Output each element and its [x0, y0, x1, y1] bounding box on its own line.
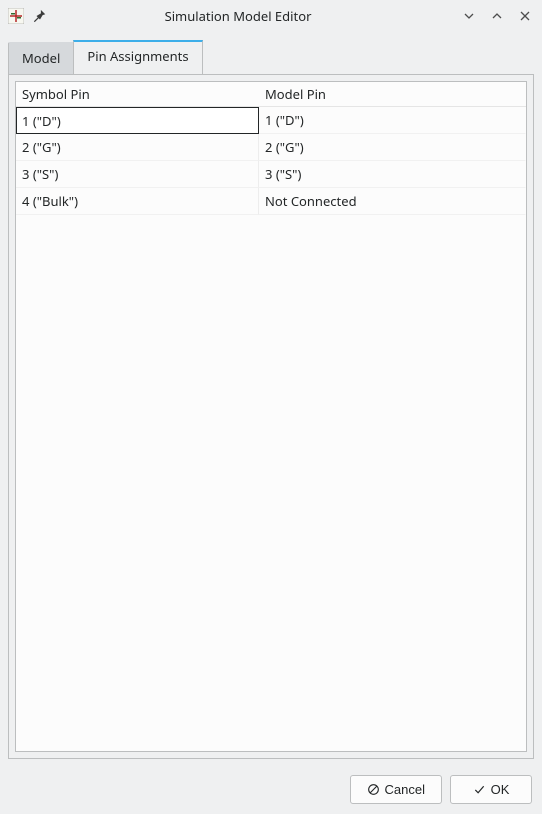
titlebar: Simulation Model Editor: [0, 0, 542, 32]
table-row[interactable]: 4 ("Bulk") Not Connected: [16, 188, 526, 215]
model-pin-cell[interactable]: 1 ("D"): [259, 107, 526, 134]
check-icon: [473, 783, 486, 796]
grid-body: 1 ("D") 1 ("D") 2 ("G") 2 ("G") 3 ("S") …: [16, 107, 526, 751]
header-symbol-pin[interactable]: Symbol Pin: [16, 81, 259, 107]
app-icon: [8, 8, 24, 24]
ok-label: OK: [491, 782, 510, 797]
pin-grid: Symbol Pin Model Pin 1 ("D") 1 ("D") 2 (…: [15, 81, 527, 752]
minimize-icon[interactable]: [460, 7, 478, 25]
tabbar: Model Pin Assignments: [0, 32, 542, 74]
header-model-pin[interactable]: Model Pin: [259, 81, 526, 107]
ok-button[interactable]: OK: [450, 775, 532, 804]
table-row[interactable]: 1 ("D") 1 ("D"): [16, 107, 526, 134]
cancel-icon: [367, 783, 380, 796]
model-pin-cell[interactable]: 2 ("G"): [259, 134, 526, 161]
table-row[interactable]: 2 ("G") 2 ("G"): [16, 134, 526, 161]
symbol-pin-cell[interactable]: 2 ("G"): [16, 134, 259, 161]
model-pin-cell[interactable]: 3 ("S"): [259, 161, 526, 188]
cancel-button[interactable]: Cancel: [350, 775, 442, 804]
tab-model[interactable]: Model: [8, 42, 74, 74]
symbol-pin-cell[interactable]: 1 ("D"): [16, 107, 259, 134]
model-pin-cell[interactable]: Not Connected: [259, 188, 526, 215]
window-title: Simulation Model Editor: [56, 7, 460, 25]
pin-assignments-panel: Symbol Pin Model Pin 1 ("D") 1 ("D") 2 (…: [8, 74, 534, 759]
maximize-icon[interactable]: [488, 7, 506, 25]
cancel-label: Cancel: [385, 782, 425, 797]
grid-header: Symbol Pin Model Pin: [16, 82, 526, 107]
tab-pin-assignments[interactable]: Pin Assignments: [73, 40, 202, 74]
pin-icon[interactable]: [32, 8, 48, 24]
dialog-buttons: Cancel OK: [0, 767, 542, 814]
symbol-pin-cell[interactable]: 4 ("Bulk"): [16, 188, 259, 215]
symbol-pin-cell[interactable]: 3 ("S"): [16, 161, 259, 188]
table-row[interactable]: 3 ("S") 3 ("S"): [16, 161, 526, 188]
close-icon[interactable]: [516, 7, 534, 25]
window-controls: [460, 7, 534, 25]
